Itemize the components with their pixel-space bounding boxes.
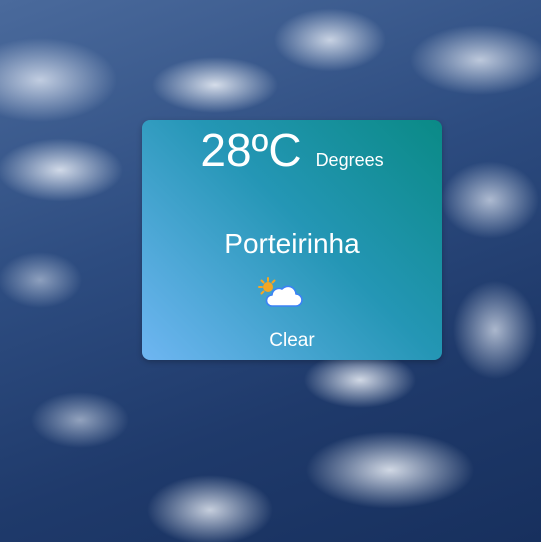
weather-condition: Clear: [269, 330, 315, 351]
temperature-unit-label: Degrees: [315, 150, 384, 170]
weather-card: 28ºC Degrees Porteirinha Clear: [142, 120, 442, 360]
sun-disc: [263, 282, 273, 292]
partly-cloudy-sun-icon: [258, 277, 303, 307]
city-name: Porteirinha: [224, 228, 360, 259]
temperature-row: 28ºC Degrees: [142, 126, 442, 174]
temperature-value: 28ºC: [200, 124, 302, 176]
